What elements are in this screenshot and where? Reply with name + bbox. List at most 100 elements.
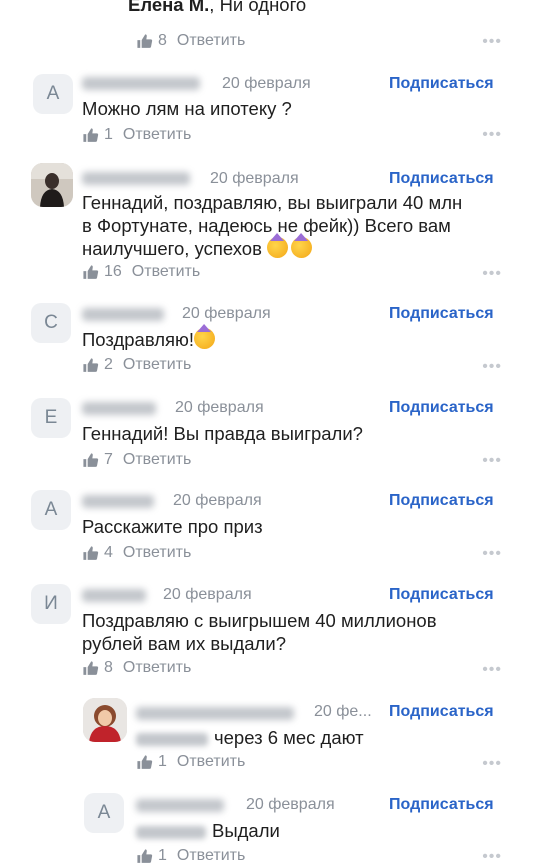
thumbs-up-icon <box>83 127 99 142</box>
subscribe-button[interactable]: Подписаться <box>389 75 494 93</box>
reply-button[interactable]: Ответить <box>123 544 191 562</box>
subscribe-button[interactable]: Подписаться <box>389 305 494 323</box>
party-face-emoji-icon <box>291 237 313 258</box>
reply-button[interactable]: Ответить <box>177 753 245 771</box>
like-button[interactable]: 7 <box>82 451 123 469</box>
like-button[interactable]: 8 <box>136 32 177 50</box>
avatar[interactable]: Е <box>31 398 71 438</box>
reply-button[interactable]: Ответить <box>123 451 191 469</box>
comment-author[interactable] <box>82 308 164 321</box>
comment-actions: 16 Ответить <box>82 263 200 281</box>
comment-actions: 4 Ответить <box>82 544 191 562</box>
reply-button[interactable]: Ответить <box>177 847 245 865</box>
comment-date: 20 февраля <box>246 796 335 813</box>
like-count: 1 <box>104 126 113 143</box>
comment-actions: 1 Ответить <box>82 126 191 144</box>
like-button[interactable]: 2 <box>82 356 123 374</box>
avatar[interactable] <box>83 698 127 742</box>
comment-actions: 8 Ответить <box>82 659 191 677</box>
comment-text: через 6 мес дают <box>136 726 364 749</box>
comment-date: 20 февраля <box>175 399 264 416</box>
like-button[interactable]: 4 <box>82 544 123 562</box>
like-button[interactable]: 1 <box>136 847 177 865</box>
subscribe-button[interactable]: Подписаться <box>389 586 494 604</box>
like-count: 1 <box>158 753 167 770</box>
comment-author[interactable] <box>82 402 156 415</box>
more-options-icon[interactable]: ••• <box>482 661 502 679</box>
avatar[interactable] <box>31 163 73 207</box>
comment-actions: 1 Ответить <box>136 753 245 771</box>
like-count: 16 <box>104 263 122 280</box>
comment-author[interactable] <box>82 495 154 508</box>
subscribe-button[interactable]: Подписаться <box>389 170 494 188</box>
more-options-icon[interactable]: ••• <box>482 126 502 144</box>
comment-actions: 8 Ответить <box>136 32 245 50</box>
avatar[interactable]: А <box>31 490 71 530</box>
comment-text: Геннадий, поздравляю, вы выиграли 40 млн… <box>82 192 463 259</box>
thumbs-up-icon <box>83 264 99 279</box>
subscribe-button[interactable]: Подписаться <box>389 492 494 510</box>
like-button[interactable]: 16 <box>82 263 132 281</box>
comment-text: Выдали <box>136 819 280 842</box>
like-button[interactable]: 1 <box>136 753 177 771</box>
comment-actions: 1 Ответить <box>136 847 245 865</box>
like-count: 8 <box>158 32 167 49</box>
reply-button[interactable]: Ответить <box>123 356 191 374</box>
more-options-icon[interactable]: ••• <box>482 358 502 376</box>
reply-button[interactable]: Ответить <box>123 126 191 144</box>
party-face-emoji-icon <box>194 328 216 349</box>
more-options-icon[interactable]: ••• <box>482 33 502 51</box>
avatar[interactable]: А <box>33 74 73 114</box>
comment-actions: 7 Ответить <box>82 451 191 469</box>
comment-author[interactable] <box>136 799 224 812</box>
avatar[interactable]: С <box>31 303 71 343</box>
thumbs-up-icon <box>83 357 99 372</box>
comment-author[interactable] <box>82 77 200 90</box>
thumbs-up-icon <box>83 452 99 467</box>
reply-mention[interactable] <box>136 732 208 746</box>
avatar[interactable]: И <box>31 584 71 624</box>
more-options-icon[interactable]: ••• <box>482 265 502 283</box>
comment-author[interactable] <box>82 589 146 602</box>
thumbs-up-icon <box>83 545 99 560</box>
thumbs-up-icon <box>137 754 153 769</box>
reply-mention[interactable] <box>136 825 206 839</box>
subscribe-button[interactable]: Подписаться <box>389 796 494 814</box>
comment-date: 20 февраля <box>163 586 252 603</box>
comment-text: Геннадий! Вы правда выиграли? <box>82 423 363 444</box>
avatar[interactable]: А <box>84 793 124 833</box>
user-photo-icon <box>83 698 127 742</box>
comment-text: Поздравляю с выигрышем 40 миллионов рубл… <box>82 610 437 654</box>
comment-text: Поздравляю! <box>82 328 216 351</box>
reply-button[interactable]: Ответить <box>123 659 191 677</box>
thumbs-up-icon <box>137 848 153 863</box>
subscribe-button[interactable]: Подписаться <box>389 703 494 721</box>
like-button[interactable]: 1 <box>82 126 123 144</box>
subscribe-button[interactable]: Подписаться <box>389 399 494 417</box>
comment-text: Расскажите про приз <box>82 516 263 537</box>
thumbs-up-icon <box>137 33 153 48</box>
comment-date: 20 февраля <box>222 75 311 92</box>
party-face-emoji-icon <box>267 237 289 258</box>
comment-date: 20 фе... <box>314 703 372 720</box>
like-count: 1 <box>158 847 167 864</box>
like-count: 8 <box>104 659 113 676</box>
more-options-icon[interactable]: ••• <box>482 755 502 773</box>
comment-author[interactable]: Елена М., Ни одного <box>128 0 306 16</box>
comment-text: Можно лям на ипотеку ? <box>82 98 292 119</box>
comment-date: 20 февраля <box>173 492 262 509</box>
comment-date: 20 февраля <box>182 305 271 322</box>
like-count: 7 <box>104 451 113 468</box>
thumbs-up-icon <box>83 660 99 675</box>
comment-author[interactable] <box>82 172 190 185</box>
user-photo-icon <box>31 163 73 207</box>
more-options-icon[interactable]: ••• <box>482 545 502 563</box>
more-options-icon[interactable]: ••• <box>482 452 502 470</box>
comment-author[interactable] <box>136 707 294 720</box>
like-count: 2 <box>104 356 113 373</box>
reply-button[interactable]: Ответить <box>132 263 200 281</box>
like-button[interactable]: 8 <box>82 659 123 677</box>
reply-button[interactable]: Ответить <box>177 32 245 50</box>
like-count: 4 <box>104 544 113 561</box>
more-options-icon[interactable]: ••• <box>482 848 502 866</box>
